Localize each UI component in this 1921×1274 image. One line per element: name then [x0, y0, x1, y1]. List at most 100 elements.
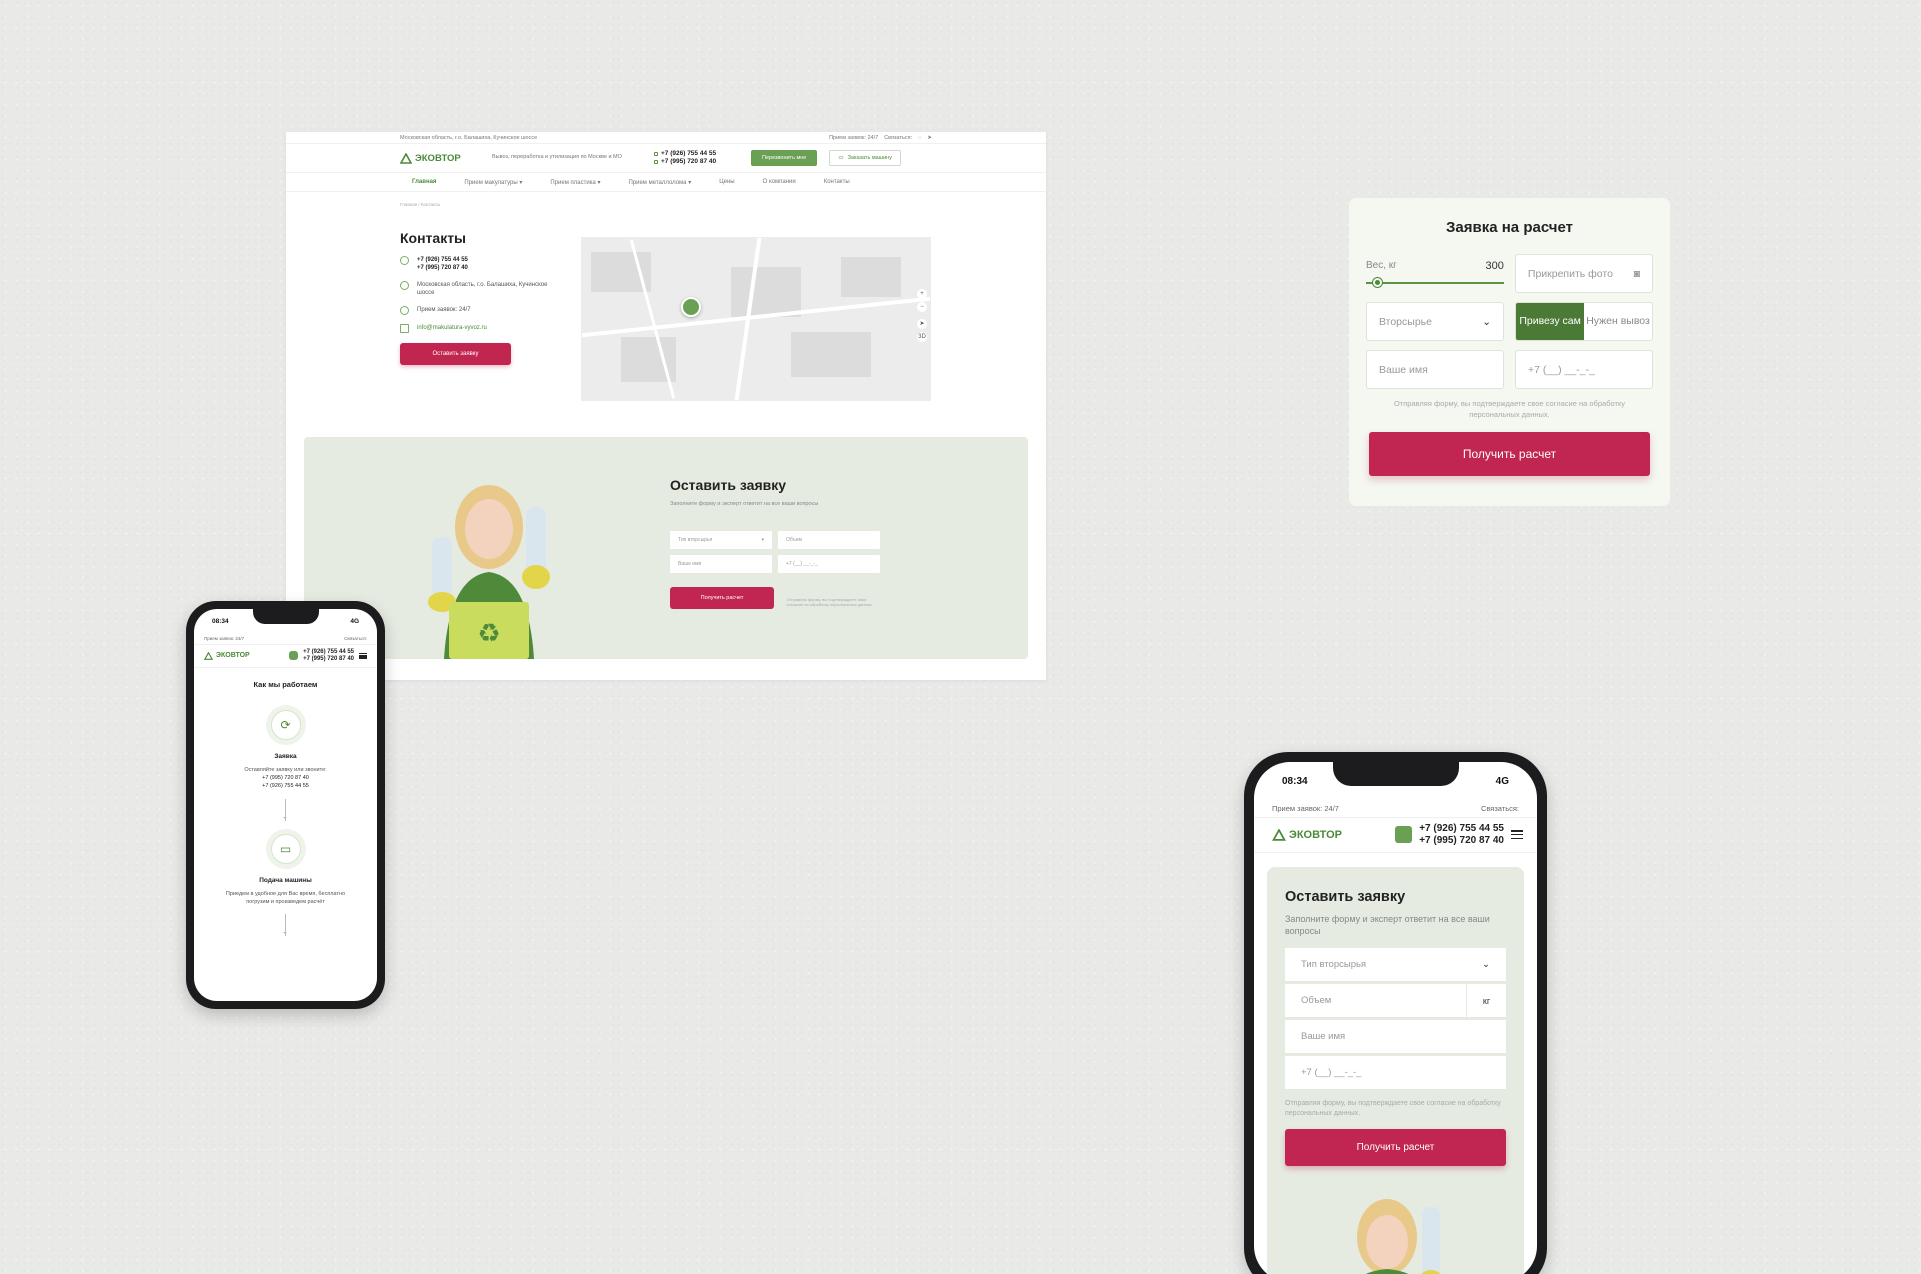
header-phones: +7 (926) 755 44 55 +7 (995) 720 87 40: [303, 649, 354, 662]
connect-label: Связаться:: [1480, 804, 1519, 813]
material-select[interactable]: Вторсырье ⌄: [1366, 302, 1505, 341]
delivery-toggle[interactable]: Привезу сам Нужен вывоз: [1515, 302, 1653, 341]
map-block: [791, 332, 871, 377]
phone-icon: [654, 160, 658, 165]
contact-email-link[interactable]: info@makulatura-vyvoz.ru: [417, 324, 487, 332]
clock-icon: [400, 306, 409, 316]
contacts-block: Контакты +7 (926) 755 44 55 +7 (995) 720 …: [400, 230, 550, 366]
map-pin-icon[interactable]: [681, 297, 701, 317]
nav-about[interactable]: О компании: [763, 179, 796, 185]
mail-icon: [400, 324, 409, 334]
call-button[interactable]: [1395, 826, 1413, 843]
header-phone-1[interactable]: +7 (926) 755 44 55: [661, 150, 716, 158]
volume-input[interactable]: Объем: [1285, 984, 1466, 1017]
nav-contacts[interactable]: Контакты: [824, 179, 850, 185]
status-network: 4G: [1495, 776, 1509, 787]
how-we-work-section: Как мы работаем ⟳ Заявка Оставляйте заяв…: [194, 680, 377, 937]
phone-icon: [400, 256, 409, 265]
toggle-self-delivery[interactable]: Привезу сам: [1516, 303, 1585, 340]
material-type-select[interactable]: Тип вторсырья ⌄: [1285, 948, 1506, 982]
menu-icon[interactable]: [1511, 830, 1523, 839]
logo[interactable]: ЭКОВТОР: [1272, 828, 1342, 841]
breadcrumb[interactable]: Главная / Контакты: [286, 192, 1046, 207]
phone-input[interactable]: +7 (__) __-_-_: [1515, 350, 1653, 389]
contacts-title: Контакты: [400, 230, 467, 246]
zoom-out-icon[interactable]: −: [917, 302, 927, 312]
attach-photo-button[interactable]: Прикрепить фото ◙: [1514, 254, 1653, 293]
call-button[interactable]: [289, 651, 299, 661]
phone-notch: [252, 609, 319, 624]
contact-hours: Прием заявок: 24/7: [400, 306, 550, 316]
order-subtitle: Заполните форму и эксперт ответит на все…: [670, 501, 819, 507]
camera-icon: ◙: [1633, 267, 1640, 280]
consent-note: Отправляя форму, вы подтверждаете свое с…: [786, 596, 872, 607]
get-estimate-button[interactable]: Получить расчет: [1285, 1128, 1506, 1166]
hours-text: Прием заявок: 24/7: [204, 636, 245, 641]
nav-plastic[interactable]: Прием пластика ▾: [550, 179, 600, 186]
connect-label: Связаться:: [344, 636, 367, 641]
locate-icon[interactable]: ➤: [917, 319, 927, 329]
material-type-select[interactable]: Тип вторсырья ▾: [670, 531, 772, 549]
menu-icon[interactable]: [359, 652, 367, 659]
header-phone-2[interactable]: +7 (995) 720 87 40: [661, 158, 716, 166]
phone-icon: [654, 151, 658, 156]
get-estimate-button[interactable]: Получить расчет: [1369, 431, 1650, 476]
toggle-pickup[interactable]: Нужен вывоз: [1584, 303, 1652, 340]
nav-home[interactable]: Главная: [412, 179, 436, 185]
consent-note: Отправляя форму, вы подтверждаете свое с…: [1393, 399, 1626, 419]
phone-mockup-order-form: 08:34 4G Прием заявок: 24/7 Связаться: Э…: [1244, 752, 1547, 1274]
zoom-in-icon[interactable]: +: [917, 289, 927, 299]
header-phones: +7 (926) 755 44 55 +7 (995) 720 87 40: [1419, 823, 1504, 846]
contact-phone-2[interactable]: +7 (995) 720 87 40: [417, 265, 468, 271]
material-value: Вторсырье: [1379, 315, 1432, 328]
step-1-title: Заявка: [274, 752, 297, 760]
logo[interactable]: ЭКОВТОР: [400, 152, 480, 164]
header-phones: +7 (926) 755 44 55 +7 (995) 720 87 40: [654, 150, 739, 167]
slider-handle[interactable]: [1372, 278, 1382, 287]
mobile-order-form: Оставить заявку Заполните форму и экспер…: [1267, 867, 1524, 1274]
leave-request-button[interactable]: Оставить заявку: [400, 343, 511, 366]
woman-with-bottles-image: ♻: [428, 485, 550, 659]
step-2-text: Приедем в удобное для Вас время, бесплат…: [225, 890, 346, 905]
mobile-top-bar: Прием заявок: 24/7 Связаться:: [194, 625, 377, 645]
nav-prices[interactable]: Цены: [719, 179, 734, 185]
telegram-icon[interactable]: ➤: [927, 135, 932, 141]
order-title: Оставить заявку: [670, 477, 787, 493]
name-input[interactable]: Ваше имя: [670, 555, 772, 573]
svg-text:♻: ♻: [477, 618, 500, 648]
name-input[interactable]: Ваше имя: [1285, 1020, 1506, 1054]
order-car-label: Заказать машину: [847, 155, 892, 161]
nav-paper[interactable]: Прием макулатуры ▾: [464, 179, 522, 186]
name-input[interactable]: Ваше имя: [1366, 350, 1504, 389]
order-form: Оставить заявку Заполните форму и экспер…: [670, 477, 890, 609]
slider-track[interactable]: [1366, 282, 1504, 284]
map[interactable]: + − ➤ 3D: [581, 237, 931, 401]
phone-mockup-how-we-work: 08:34 4G Прием заявок: 24/7 Связаться: Э…: [186, 601, 385, 1009]
recycle-logo-icon: [400, 152, 412, 164]
callback-button[interactable]: Перезвонить мне: [751, 150, 818, 166]
chevron-down-icon: ▾: [761, 537, 764, 543]
mobile-header: ЭКОВТОР +7 (926) 755 44 55 +7 (995) 720 8…: [194, 645, 377, 668]
weight-label: Вес, кг: [1366, 260, 1397, 271]
whatsapp-icon[interactable]: ◌: [918, 135, 921, 141]
logo[interactable]: ЭКОВТОР: [204, 651, 250, 660]
nav-metal[interactable]: Прием металлолома ▾: [628, 179, 691, 186]
contact-phone-1[interactable]: +7 (926) 755 44 55: [417, 257, 468, 263]
phone-input[interactable]: +7 (__) __-_-_: [778, 555, 880, 573]
calc-title: Заявка на расчет: [1446, 219, 1573, 236]
connect-label: Связаться:: [884, 134, 913, 141]
desktop-mockup: Московская область, г.о. Балашиха, Кучин…: [286, 132, 1046, 680]
order-title: Оставить заявку: [1285, 889, 1406, 905]
location-icon: [400, 281, 409, 291]
phone-input[interactable]: +7 (__) __-_-_: [1285, 1056, 1506, 1090]
weight-slider[interactable]: Вес, кг 300: [1366, 254, 1504, 293]
3d-icon[interactable]: 3D: [917, 332, 927, 342]
get-estimate-button[interactable]: Получить расчет: [670, 587, 774, 609]
order-car-button[interactable]: ▭ Заказать машину: [829, 150, 901, 166]
slogan: Вывоз, переработка и утилизация по Москв…: [492, 154, 622, 161]
mobile-top-bar: Прием заявок: 24/7 Связаться:: [1254, 787, 1537, 818]
volume-field[interactable]: Объем кг: [1285, 984, 1506, 1018]
contact-address-text: Московская область, г.о. Балашиха, Кучин…: [417, 282, 548, 297]
volume-input[interactable]: Объем: [778, 531, 880, 549]
order-subtitle: Заполните форму и эксперт ответит на все…: [1285, 914, 1490, 937]
